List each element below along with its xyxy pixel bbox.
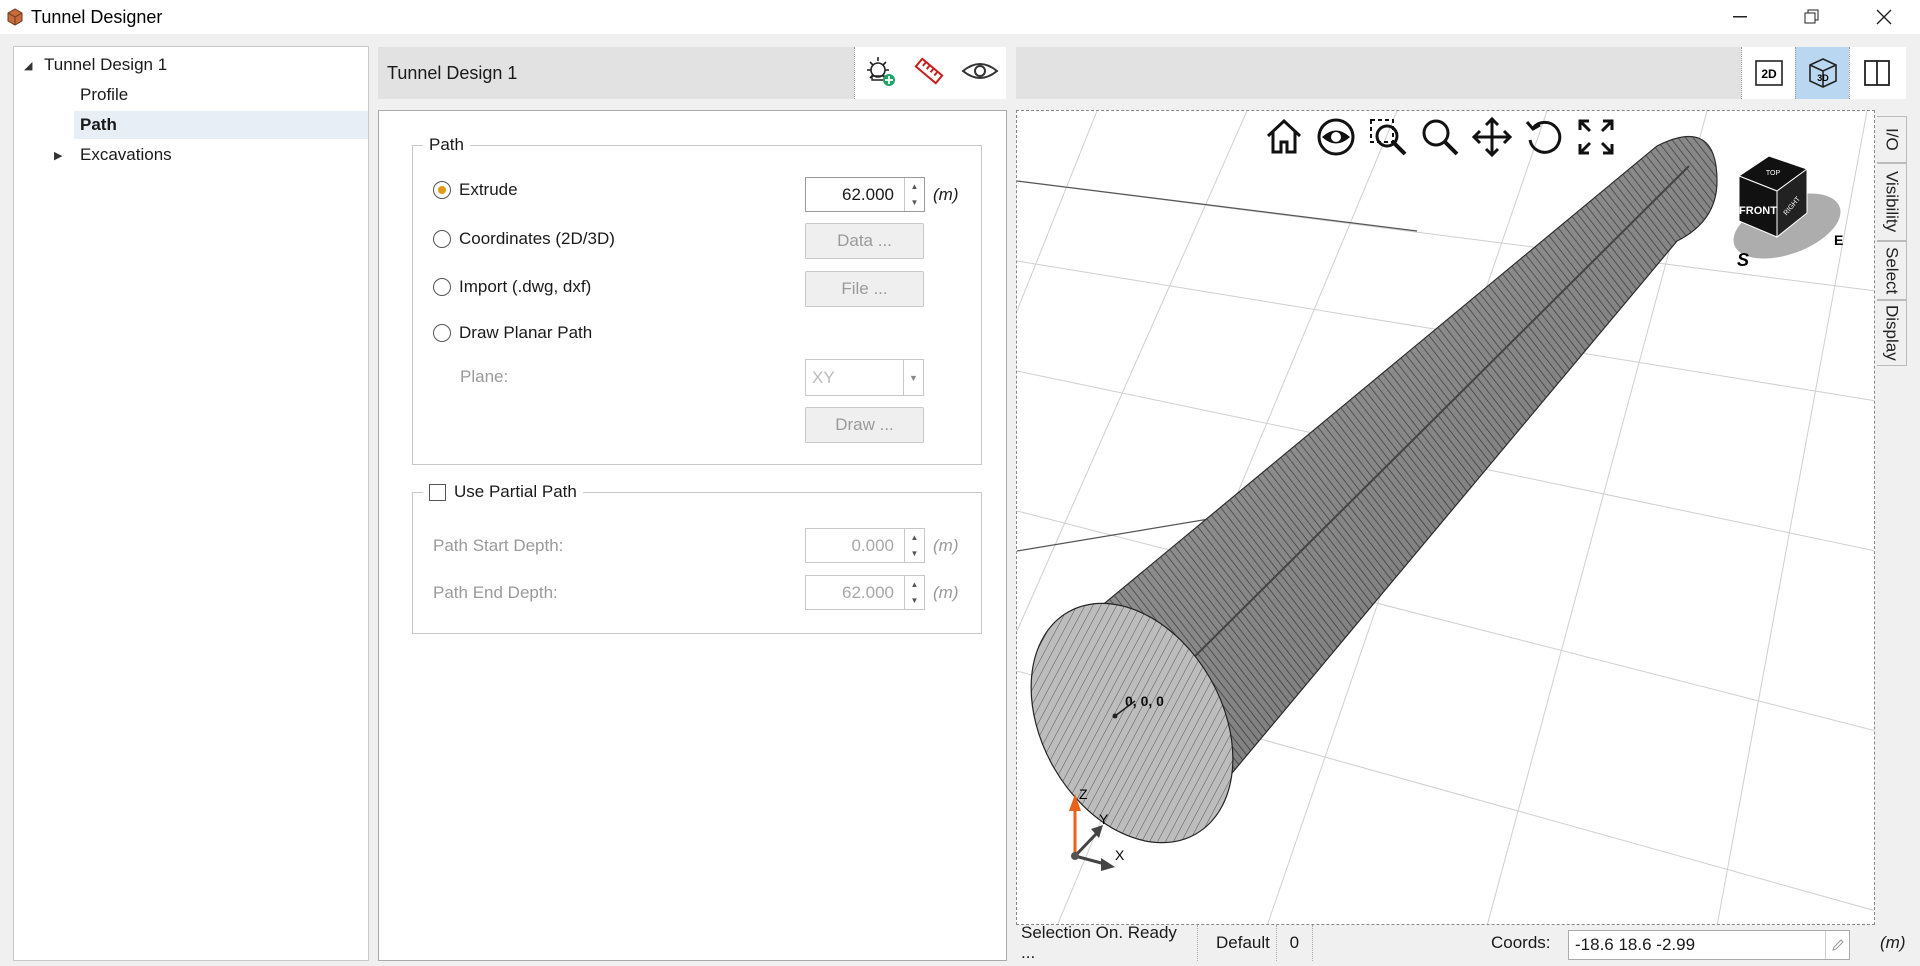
- selection-status: Selection On. Ready ...: [1016, 923, 1198, 962]
- restore-button[interactable]: [1776, 0, 1848, 34]
- tab-io[interactable]: I/O: [1877, 116, 1907, 163]
- layer-status: Default: [1198, 925, 1277, 961]
- svg-text:E: E: [1834, 232, 1843, 248]
- tree-item-label: Profile: [80, 85, 129, 104]
- extrude-length-input[interactable]: 62.000 ▲ ▼: [805, 177, 925, 212]
- radio-label: Coordinates (2D/3D): [459, 229, 615, 248]
- unit-label: (m): [933, 536, 959, 555]
- zoom-window-icon[interactable]: [1367, 116, 1409, 163]
- add-light-icon[interactable]: [863, 54, 897, 93]
- svg-text:2D: 2D: [1761, 67, 1777, 81]
- file-button[interactable]: File ...: [805, 271, 924, 307]
- svg-text:FRONT: FRONT: [1739, 205, 1777, 217]
- side-tabs: I/O Visibility Select Display: [1877, 116, 1907, 366]
- radio-import[interactable]: Import (.dwg, dxf): [433, 277, 591, 297]
- tree-item-excavations[interactable]: ▶ Excavations: [54, 141, 172, 169]
- path-end-depth-label: Path End Depth:: [433, 583, 558, 602]
- tab-display[interactable]: Display: [1877, 300, 1907, 366]
- unit-label: (m): [933, 185, 959, 204]
- ruler-icon[interactable]: [912, 54, 946, 93]
- data-button[interactable]: Data ...: [805, 223, 924, 259]
- pan-icon[interactable]: [1471, 116, 1513, 163]
- panel-title: Tunnel Design 1: [387, 62, 518, 83]
- chevron-down-icon: ▼: [903, 360, 923, 395]
- radio-extrude[interactable]: Extrude: [433, 180, 518, 200]
- view-cube[interactable]: FRONT TOP RIGHT S E: [1725, 155, 1849, 271]
- spin-stepper[interactable]: ▲ ▼: [904, 576, 924, 609]
- minimize-button[interactable]: [1704, 0, 1776, 34]
- coords-label: Coords:: [1491, 933, 1551, 952]
- eye-icon[interactable]: [960, 59, 999, 88]
- radio-label: Extrude: [459, 180, 518, 199]
- fullscreen-icon[interactable]: [1575, 116, 1617, 163]
- home-icon[interactable]: [1263, 116, 1305, 163]
- zoom-icon[interactable]: [1419, 116, 1461, 163]
- svg-text:X: X: [1115, 847, 1125, 863]
- view-toolbar: 2D 3D: [1741, 47, 1906, 99]
- orbit-eye-icon[interactable]: [1315, 116, 1357, 163]
- panel-header: Tunnel Design 1: [378, 47, 854, 99]
- coords-field[interactable]: -18.6 18.6 -2.99: [1568, 930, 1850, 960]
- unit-label: (m): [933, 583, 959, 602]
- title-bar: Tunnel Designer: [0, 0, 1920, 34]
- radio-label: Import (.dwg, dxf): [459, 277, 592, 296]
- panel-toolbar: [854, 47, 1006, 99]
- collapse-arrow-icon[interactable]: ◢: [24, 59, 40, 72]
- scene-canvas[interactable]: 0, 0, 0 Z Y X FRONT TOP RIGHT S E: [1017, 111, 1875, 925]
- viewport-header: [1016, 47, 1741, 99]
- spin-stepper[interactable]: ▲ ▼: [904, 178, 924, 211]
- spin-stepper[interactable]: ▲ ▼: [904, 529, 924, 562]
- tree-item-root[interactable]: ◢ Tunnel Design 1: [24, 51, 167, 79]
- path-start-depth-label: Path Start Depth:: [433, 536, 564, 555]
- svg-text:TOP: TOP: [1766, 170, 1781, 177]
- radio-draw-planar[interactable]: Draw Planar Path: [433, 323, 592, 343]
- navigation-toolbar: [1263, 116, 1617, 163]
- count-status: 0: [1277, 925, 1313, 961]
- tree-item-path[interactable]: Path: [74, 111, 368, 139]
- origin-label: 0, 0, 0: [1125, 693, 1164, 709]
- expand-arrow-icon[interactable]: ▶: [54, 149, 70, 162]
- tab-visibility[interactable]: Visibility: [1877, 162, 1907, 241]
- draw-button[interactable]: Draw ...: [805, 407, 924, 443]
- path-group-legend: Path: [423, 135, 470, 155]
- partial-path-group: [412, 492, 982, 634]
- window-title: Tunnel Designer: [31, 6, 163, 27]
- pencil-icon[interactable]: [1825, 931, 1849, 959]
- design-tree: ◢ Tunnel Design 1 Profile Path ▶ Excavat…: [13, 46, 369, 961]
- use-partial-path-checkbox[interactable]: Use Partial Path: [423, 482, 583, 502]
- svg-text:3D: 3D: [1817, 73, 1829, 83]
- tree-item-label: Excavations: [80, 145, 172, 164]
- split-view-button[interactable]: [1849, 47, 1903, 99]
- tree-item-profile[interactable]: Profile: [74, 81, 364, 109]
- tree-item-label: Path: [80, 115, 117, 134]
- radio-label: Draw Planar Path: [459, 323, 593, 342]
- view-3d-button[interactable]: 3D: [1795, 47, 1849, 99]
- tab-select[interactable]: Select: [1877, 240, 1907, 300]
- svg-text:S: S: [1737, 250, 1749, 270]
- checkbox-label: Use Partial Path: [454, 482, 577, 501]
- coords-unit: (m): [1880, 933, 1906, 952]
- svg-text:Z: Z: [1079, 786, 1088, 802]
- app-logo-icon: [5, 7, 25, 27]
- checkbox[interactable]: [429, 483, 446, 501]
- path-end-depth-input[interactable]: 62.000 ▲ ▼: [805, 575, 925, 610]
- tree-item-label: Tunnel Design 1: [44, 55, 168, 74]
- path-start-depth-input[interactable]: 0.000 ▲ ▼: [805, 528, 925, 563]
- close-button[interactable]: [1848, 0, 1920, 34]
- 3d-viewport[interactable]: 0, 0, 0 Z Y X FRONT TOP RIGHT S E: [1016, 110, 1875, 925]
- radio-coordinates[interactable]: Coordinates (2D/3D): [433, 229, 615, 249]
- radio-selected-dot: [438, 186, 446, 194]
- rotate-icon[interactable]: [1523, 116, 1565, 163]
- plane-label: Plane:: [460, 367, 509, 386]
- plane-select[interactable]: XY ▼: [805, 359, 924, 396]
- view-2d-button[interactable]: 2D: [1741, 47, 1795, 99]
- svg-text:Y: Y: [1099, 811, 1109, 827]
